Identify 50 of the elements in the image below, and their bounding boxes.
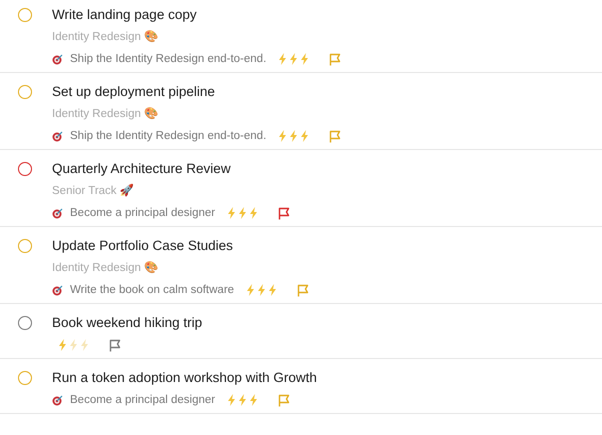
task-title[interactable]: Update Portfolio Case Studies [52, 236, 310, 256]
flag-icon[interactable] [109, 338, 121, 352]
flag-icon[interactable] [278, 206, 290, 220]
target-icon [52, 284, 64, 296]
flag-icon[interactable] [329, 52, 342, 66]
lightning-icon [238, 394, 248, 406]
lightning-icon [69, 339, 78, 351]
task-checkbox[interactable] [18, 162, 32, 176]
lightning-icon [246, 284, 256, 296]
task-checkbox[interactable] [18, 8, 32, 22]
lightning-icon [80, 339, 89, 351]
goal-label: Become a principal designer [70, 394, 216, 406]
project-label: Senior Track 🚀 [52, 182, 135, 199]
lightning-icon [227, 394, 236, 406]
project-label: Identity Redesign 🎨 [52, 29, 160, 45]
lightning-icon [278, 53, 288, 65]
lightning-icon [268, 284, 278, 296]
goal-label: Write the book on calm software [70, 284, 234, 296]
lightning-icon [257, 284, 266, 296]
task-checkbox[interactable] [18, 316, 32, 330]
lightning-icon [289, 130, 298, 142]
lightning-icon [249, 207, 258, 219]
lightning-icon [278, 130, 288, 142]
task-checkbox[interactable] [18, 239, 32, 253]
goal-label: Ship the Identity Redesign end-to-end. [70, 53, 266, 65]
target-icon [52, 394, 64, 406]
flag-icon[interactable] [329, 130, 342, 142]
project-label: Identity Redesign 🎨 [52, 106, 160, 122]
task-title[interactable]: Book weekend hiking trip [52, 313, 202, 333]
target-icon [52, 130, 64, 142]
task-checkbox[interactable] [18, 371, 32, 385]
target-icon [52, 207, 64, 219]
flag-icon[interactable] [297, 284, 310, 296]
target-icon [52, 53, 64, 65]
task-title[interactable]: Run a token adoption workshop with Growth [52, 368, 317, 388]
lightning-icon [227, 207, 236, 219]
lightning-icon [249, 394, 258, 406]
lightning-icon [300, 130, 310, 142]
task-checkbox[interactable] [18, 85, 32, 99]
lightning-icon [289, 53, 298, 65]
goal-label: Ship the Identity Redesign end-to-end. [70, 130, 266, 142]
task-title[interactable]: Set up deployment pipeline [52, 82, 342, 102]
project-label: Identity Redesign 🎨 [52, 260, 160, 276]
lightning-icon [300, 53, 310, 65]
flag-icon[interactable] [278, 394, 290, 406]
lightning-icon [58, 339, 67, 351]
lightning-icon [238, 207, 248, 219]
task-title[interactable]: Write landing page copy [52, 5, 342, 25]
task-title[interactable]: Quarterly Architecture Review [52, 159, 290, 179]
goal-label: Become a principal designer [70, 207, 216, 219]
